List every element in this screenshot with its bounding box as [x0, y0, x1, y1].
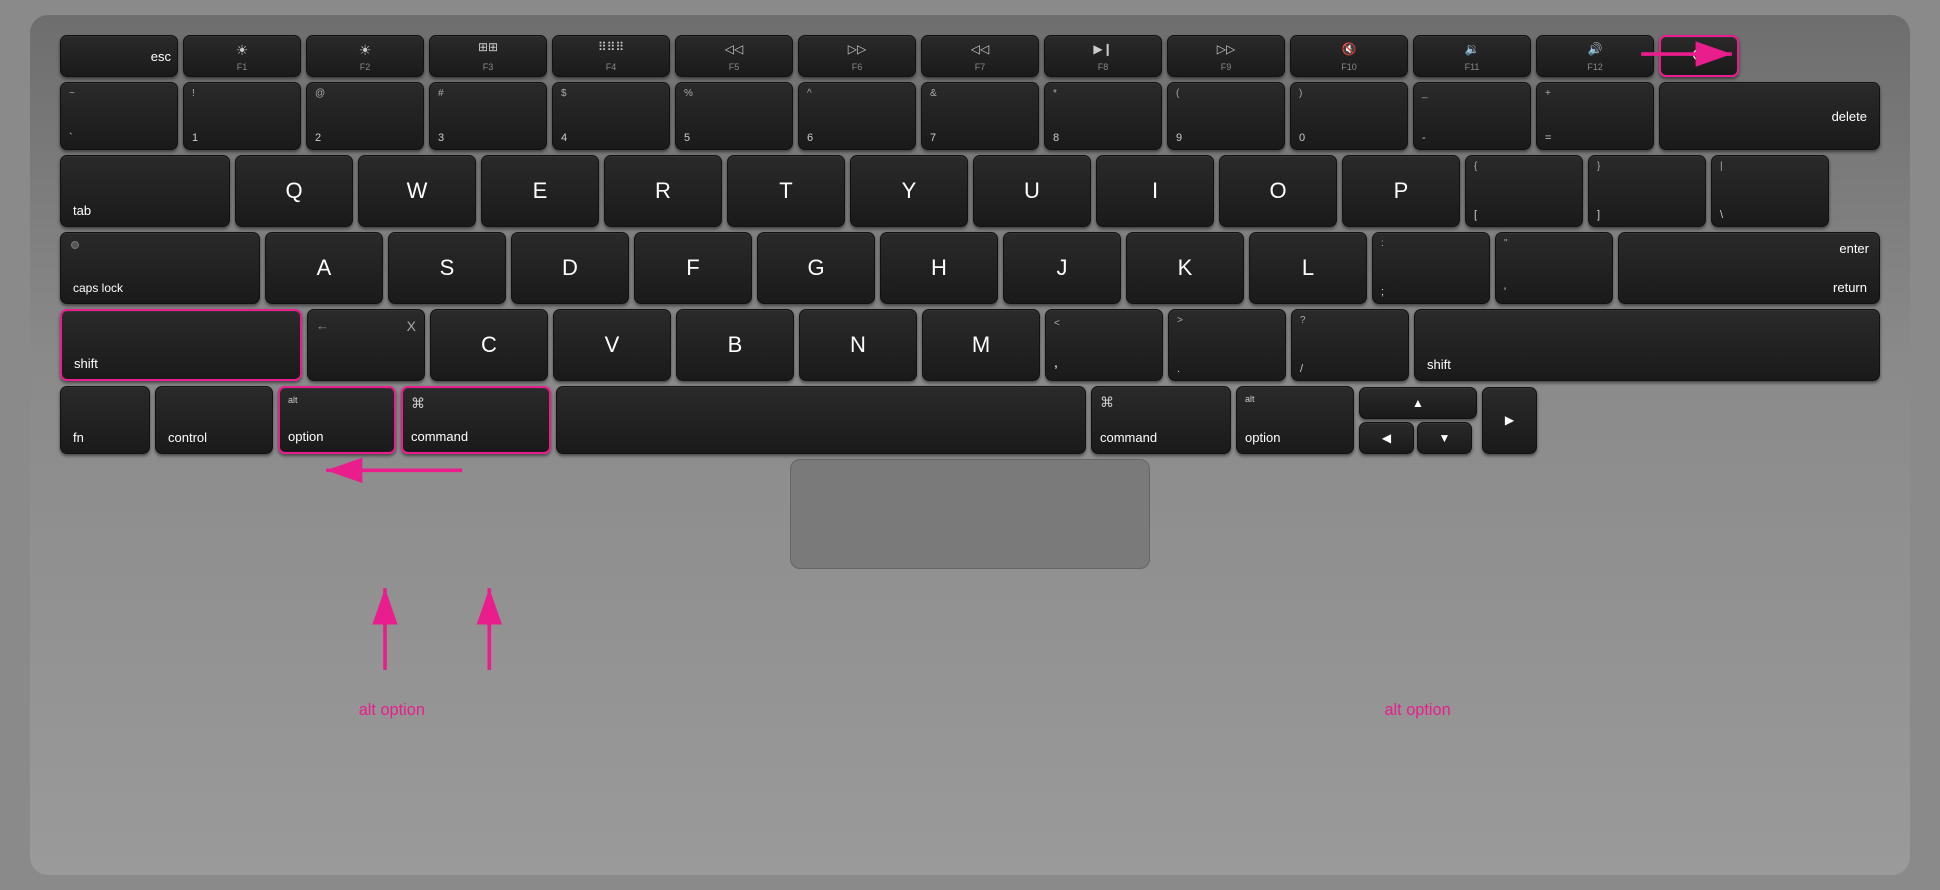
key-o[interactable]: O: [1219, 155, 1337, 227]
key-f6[interactable]: ▷▷ F6: [798, 35, 916, 77]
key-j[interactable]: J: [1003, 232, 1121, 304]
key-r[interactable]: R: [604, 155, 722, 227]
keyboard-area: esc ☀ F1 ☀ F2 ⊞⊞ F3 ⠿⠿⠿ F4 ◁◁ F5: [60, 35, 1880, 815]
key-g[interactable]: G: [757, 232, 875, 304]
key-f2[interactable]: ☀ F2: [306, 35, 424, 77]
key-n[interactable]: M: [922, 309, 1040, 381]
key-comma[interactable]: > .: [1168, 309, 1286, 381]
key-space[interactable]: [556, 386, 1086, 454]
key-shift-right[interactable]: shift: [1414, 309, 1880, 381]
key-h[interactable]: H: [880, 232, 998, 304]
key-f9[interactable]: ▷▷ F9: [1167, 35, 1285, 77]
key-l[interactable]: L: [1249, 232, 1367, 304]
key-s[interactable]: S: [388, 232, 506, 304]
key-control[interactable]: control: [155, 386, 273, 454]
key-e[interactable]: E: [481, 155, 599, 227]
laptop-body: esc ☀ F1 ☀ F2 ⊞⊞ F3 ⠿⠿⠿ F4 ◁◁ F5: [30, 15, 1910, 875]
key-f1[interactable]: ☀ F1: [183, 35, 301, 77]
tab-row: tab Q W E R T Y U I O P { [ } ] | \: [60, 155, 1880, 227]
bottom-row: fn control alt option ⌘ command ⌘ comman…: [60, 386, 1880, 454]
key-f11[interactable]: 🔉 F11: [1413, 35, 1531, 77]
key-option-right[interactable]: alt option: [1236, 386, 1354, 454]
key-quote[interactable]: " ': [1495, 232, 1613, 304]
key-bracket-close[interactable]: } ]: [1588, 155, 1706, 227]
key-caps-lock[interactable]: caps lock: [60, 232, 260, 304]
key-command-right[interactable]: ⌘ command: [1091, 386, 1231, 454]
key-w[interactable]: W: [358, 155, 476, 227]
key-3[interactable]: # 3: [429, 82, 547, 150]
key-shift-left[interactable]: shift: [60, 309, 302, 381]
key-1[interactable]: ! 1: [183, 82, 301, 150]
key-f3[interactable]: ⊞⊞ F3: [429, 35, 547, 77]
key-arrow-up[interactable]: ▲: [1359, 387, 1477, 419]
key-m[interactable]: < ,: [1045, 309, 1163, 381]
key-arrow-down[interactable]: ▼: [1417, 422, 1472, 454]
key-8[interactable]: * 8: [1044, 82, 1162, 150]
key-4[interactable]: $ 4: [552, 82, 670, 150]
key-k[interactable]: K: [1126, 232, 1244, 304]
key-option-left[interactable]: alt option: [278, 386, 396, 454]
key-f[interactable]: F: [634, 232, 752, 304]
svg-text:alt option: alt option: [1384, 701, 1450, 719]
key-0[interactable]: ) 0: [1290, 82, 1408, 150]
key-z[interactable]: ← X: [307, 309, 425, 381]
key-semicolon[interactable]: : ;: [1372, 232, 1490, 304]
key-period[interactable]: ? /: [1291, 309, 1409, 381]
key-equals[interactable]: + =: [1536, 82, 1654, 150]
key-backslash[interactable]: | \: [1711, 155, 1829, 227]
key-x[interactable]: C: [430, 309, 548, 381]
key-7[interactable]: & 7: [921, 82, 1039, 150]
key-v[interactable]: B: [676, 309, 794, 381]
shift-row: shift ← X C V B N M < , > . ? /: [60, 309, 1880, 381]
caps-row: caps lock A S D F G H J K L : ; " ' ente…: [60, 232, 1880, 304]
svg-text:alt option: alt option: [359, 701, 425, 719]
key-f5[interactable]: ◁◁ F5: [675, 35, 793, 77]
key-f4[interactable]: ⠿⠿⠿ F4: [552, 35, 670, 77]
number-row: ~ ` ! 1 @ 2 # 3 $ 4 % 5: [60, 82, 1880, 150]
key-backtick[interactable]: ~ `: [60, 82, 178, 150]
key-i[interactable]: I: [1096, 155, 1214, 227]
key-u[interactable]: U: [973, 155, 1091, 227]
key-b[interactable]: N: [799, 309, 917, 381]
key-esc[interactable]: esc: [60, 35, 178, 77]
key-delete[interactable]: delete: [1659, 82, 1880, 150]
fn-row: esc ☀ F1 ☀ F2 ⊞⊞ F3 ⠿⠿⠿ F4 ◁◁ F5: [60, 35, 1880, 77]
key-p[interactable]: P: [1342, 155, 1460, 227]
key-f12[interactable]: 🔊 F12: [1536, 35, 1654, 77]
key-tab[interactable]: tab: [60, 155, 230, 227]
key-arrow-left[interactable]: ◀: [1359, 422, 1414, 454]
key-power[interactable]: ⏻: [1659, 35, 1739, 77]
key-arrow-right[interactable]: ▶: [1482, 387, 1537, 454]
key-d[interactable]: D: [511, 232, 629, 304]
trackpad[interactable]: [790, 459, 1150, 569]
key-t[interactable]: T: [727, 155, 845, 227]
key-f10[interactable]: 🔇 F10: [1290, 35, 1408, 77]
key-y[interactable]: Y: [850, 155, 968, 227]
key-f7[interactable]: ◁◁ F7: [921, 35, 1039, 77]
key-command-left[interactable]: ⌘ command: [401, 386, 551, 454]
key-f8[interactable]: ▶❙ F8: [1044, 35, 1162, 77]
key-5[interactable]: % 5: [675, 82, 793, 150]
key-bracket-open[interactable]: { [: [1465, 155, 1583, 227]
key-6[interactable]: ^ 6: [798, 82, 916, 150]
key-c[interactable]: V: [553, 309, 671, 381]
key-9[interactable]: ( 9: [1167, 82, 1285, 150]
key-a[interactable]: A: [265, 232, 383, 304]
key-fn[interactable]: fn: [60, 386, 150, 454]
key-enter[interactable]: enter return: [1618, 232, 1880, 304]
key-2[interactable]: @ 2: [306, 82, 424, 150]
key-q[interactable]: Q: [235, 155, 353, 227]
key-minus[interactable]: _ -: [1413, 82, 1531, 150]
